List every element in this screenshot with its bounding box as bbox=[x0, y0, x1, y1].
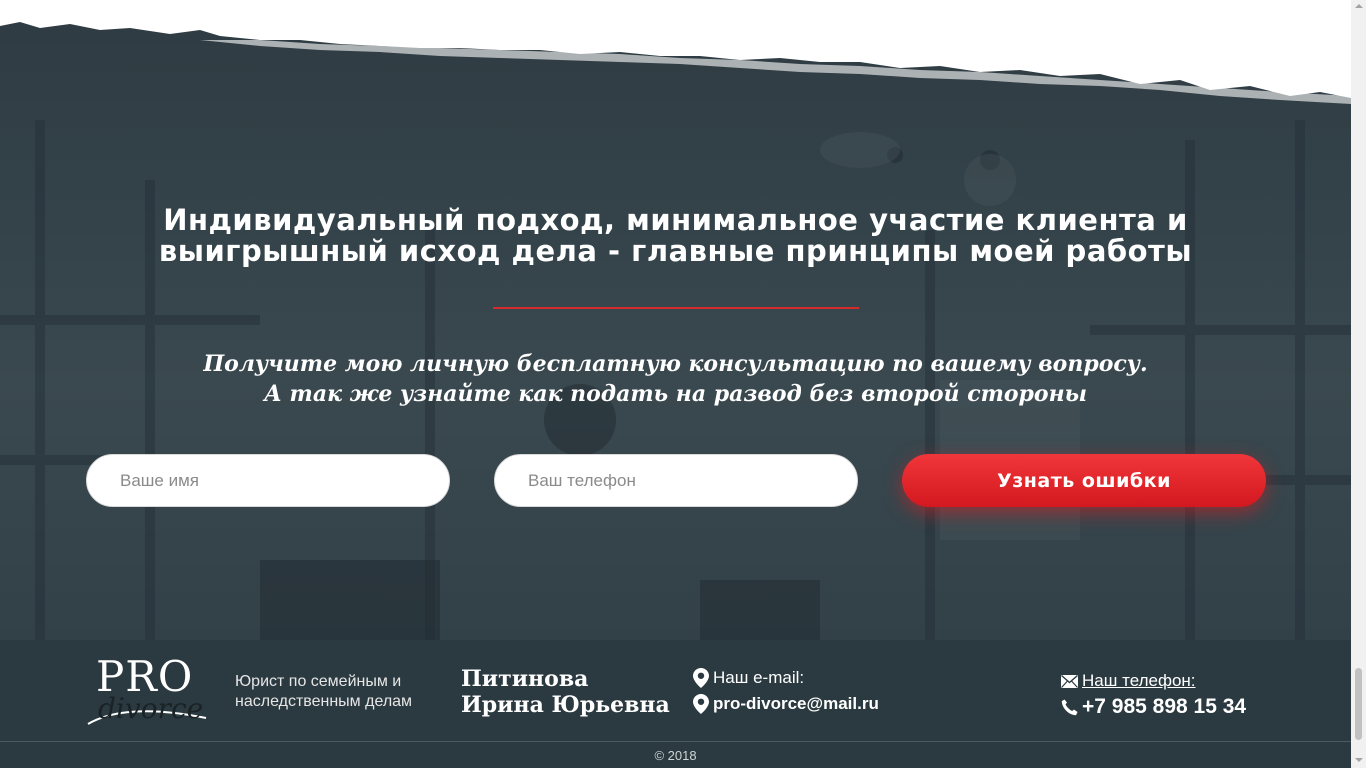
phone-handset-icon bbox=[1061, 699, 1078, 715]
phone-label-row: Наш телефон: bbox=[1061, 668, 1246, 694]
logo-divorce-text: divorce bbox=[98, 692, 204, 725]
lawyer-surname: Питинова bbox=[461, 666, 589, 692]
submit-button[interactable]: Узнать ошибки bbox=[902, 454, 1266, 507]
red-divider bbox=[493, 307, 859, 309]
scroll-down-arrow-icon[interactable] bbox=[1355, 758, 1363, 762]
pro-divorce-logo[interactable]: PRO divorce bbox=[86, 654, 208, 730]
email-value-row: pro-divorce@mail.ru bbox=[693, 691, 879, 717]
phone-number-link[interactable]: +7 985 898 15 34 bbox=[1082, 695, 1246, 719]
hero-title-line-1: Индивидуальный подход, минимальное участ… bbox=[163, 203, 1188, 237]
hero-subtitle: Получите мою личную бесплатную консульта… bbox=[100, 349, 1251, 409]
envelope-icon bbox=[1061, 674, 1078, 688]
scroll-up-arrow-icon[interactable] bbox=[1355, 4, 1363, 8]
phone-label-link[interactable]: Наш телефон: bbox=[1082, 671, 1196, 691]
phone-input[interactable] bbox=[494, 454, 858, 507]
brush-stroke-divider bbox=[0, 0, 1351, 104]
email-label: Наш e-mail: bbox=[713, 668, 805, 687]
phone-value-row: +7 985 898 15 34 bbox=[1061, 694, 1246, 720]
location-pin-icon bbox=[693, 694, 709, 714]
phone-contact: Наш телефон: +7 985 898 15 34 bbox=[1061, 668, 1246, 720]
footer-divider bbox=[0, 741, 1351, 742]
hero-section: Индивидуальный подход, минимальное участ… bbox=[0, 0, 1351, 640]
page-scrollbar[interactable] bbox=[1351, 0, 1366, 768]
footer-tagline: Юрист по семейным и наследственным делам bbox=[235, 673, 413, 710]
name-input[interactable] bbox=[86, 454, 450, 507]
hero-subtitle-line-1: Получите мою личную бесплатную консульта… bbox=[203, 351, 1148, 377]
email-contact: Наш e-mail: pro-divorce@mail.ru bbox=[693, 665, 879, 717]
email-label-row: Наш e-mail: bbox=[693, 665, 879, 691]
lawyer-given-names: Ирина Юрьевна bbox=[461, 692, 670, 718]
page: Индивидуальный подход, минимальное участ… bbox=[0, 0, 1351, 768]
footer: PRO divorce Юрист по семейным и наследст… bbox=[0, 640, 1351, 768]
hero-title-line-2: выигрышный исход дела - главные принципы… bbox=[158, 234, 1193, 268]
scrollbar-thumb[interactable] bbox=[1355, 668, 1362, 740]
lawyer-name: Питинова Ирина Юрьевна bbox=[461, 666, 670, 718]
copyright: © 2018 bbox=[654, 748, 697, 763]
email-link[interactable]: pro-divorce@mail.ru bbox=[713, 694, 879, 714]
location-pin-icon bbox=[693, 668, 709, 688]
hero-subtitle-line-2: А так же узнайте как подать на развод бе… bbox=[263, 381, 1088, 407]
hero-title: Индивидуальный подход, минимальное участ… bbox=[100, 205, 1251, 267]
